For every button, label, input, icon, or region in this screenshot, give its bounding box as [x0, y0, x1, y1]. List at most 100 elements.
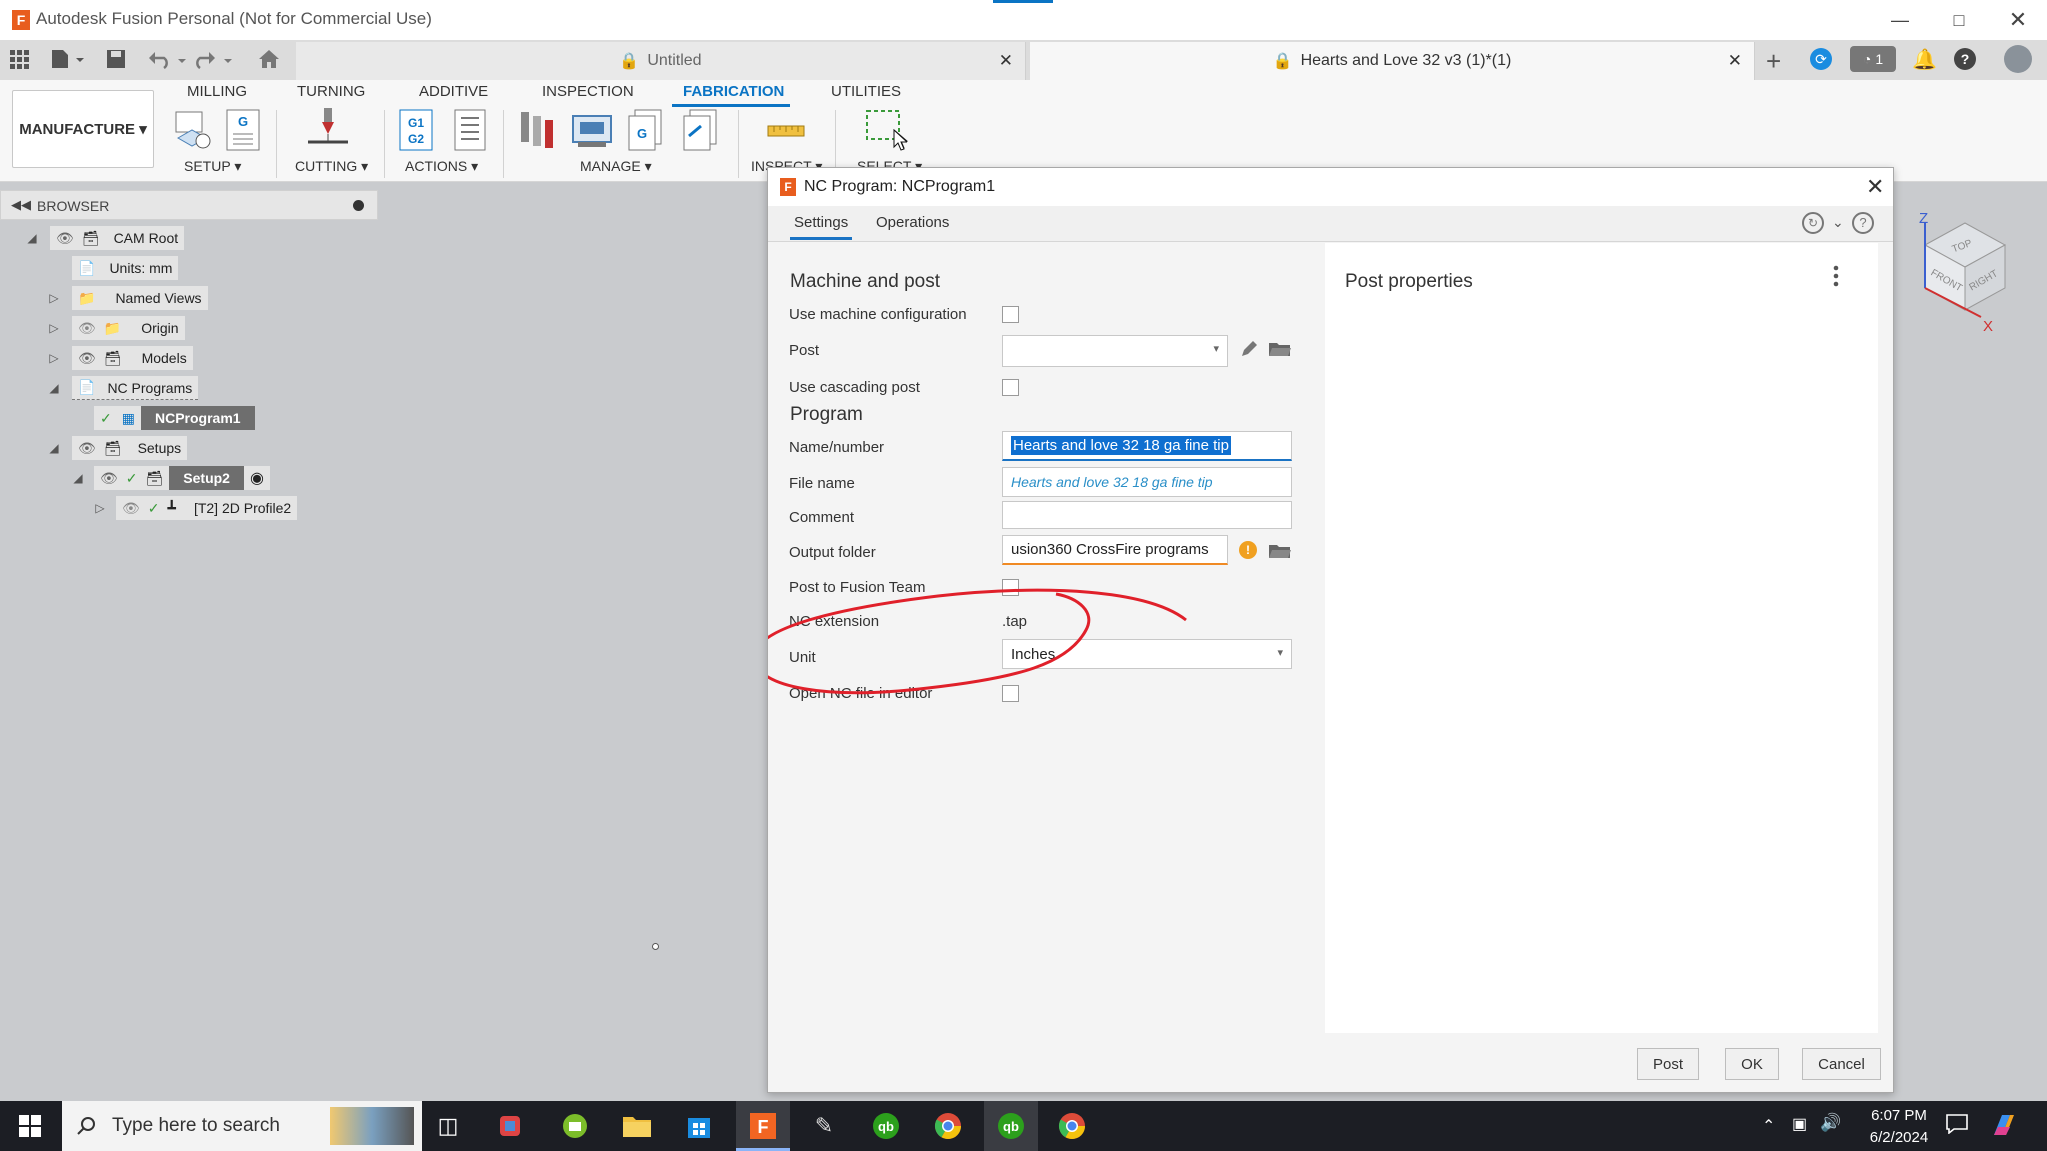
chrome-icon[interactable]: [1054, 1108, 1090, 1144]
setup-sheet-icon[interactable]: [452, 108, 488, 152]
tree-node-named-views[interactable]: ▷ 📁 Named Views: [46, 286, 208, 310]
action-center-icon[interactable]: [1946, 1114, 1968, 1134]
quickbooks-icon[interactable]: qb: [868, 1108, 904, 1144]
browser-pin-icon[interactable]: [353, 200, 364, 211]
tree-node-models[interactable]: ▷ 👁 🗃 Models: [46, 346, 193, 370]
tab-additive[interactable]: ADDITIVE: [419, 83, 488, 100]
sync-icon[interactable]: ⟳: [1810, 48, 1832, 70]
machine-library-icon[interactable]: [570, 108, 614, 152]
tab-untitled[interactable]: 🔒 Untitled ✕: [296, 42, 1026, 80]
node-label: Named Views: [115, 290, 202, 306]
tray-camera-icon[interactable]: ▣: [1792, 1114, 1807, 1134]
group-setup[interactable]: SETUP ▾: [184, 158, 241, 175]
new-tab-icon[interactable]: +: [1766, 46, 1781, 77]
ribbon-separator: [503, 110, 504, 178]
close-tab-icon[interactable]: ✕: [1728, 51, 1742, 71]
tab-utilities[interactable]: UTILITIES: [831, 83, 901, 100]
nc-program-icon[interactable]: G: [225, 108, 261, 152]
maximize-button[interactable]: □: [1929, 0, 1989, 40]
start-windows-icon[interactable]: [19, 1115, 41, 1137]
home-icon[interactable]: [258, 49, 280, 69]
ribbon-separator: [384, 110, 385, 178]
tree-node-ncprogram1[interactable]: ✓ ▦ NCProgram1: [94, 406, 255, 430]
expand-arrow-icon[interactable]: ◢: [24, 231, 40, 245]
eye-icon[interactable]: 👁: [56, 230, 74, 247]
eye-icon[interactable]: 👁: [78, 440, 96, 457]
group-manage-label: MANAGE: [580, 158, 641, 174]
browser-header[interactable]: ◀◀ BROWSER: [0, 190, 378, 220]
ok-button[interactable]: OK: [1725, 1048, 1779, 1080]
tray-volume-icon[interactable]: 🔊: [1820, 1113, 1841, 1133]
eye-icon[interactable]: 👁: [100, 470, 118, 487]
viewcube[interactable]: TOP FRONT RIGHT Z X: [1905, 205, 2025, 335]
g1g2-simulate-icon[interactable]: G1 G2: [398, 108, 434, 152]
expand-arrow-icon[interactable]: ◢: [46, 381, 62, 395]
expand-arrow-icon[interactable]: ▷: [46, 321, 62, 335]
tab-hearts-and-love[interactable]: 🔒 Hearts and Love 32 v3 (1)*(1) ✕: [1030, 42, 1755, 80]
tree-node-setup2[interactable]: ◢ 👁 ✓ 🗃 Setup2 ◉: [70, 466, 270, 490]
tray-date[interactable]: 6/2/2024: [1860, 1129, 1938, 1146]
taskbar-search-box[interactable]: Type here to search: [62, 1101, 422, 1151]
post-library-icon[interactable]: G: [625, 108, 665, 152]
user-avatar[interactable]: [2004, 45, 2032, 73]
fusion-app-icon[interactable]: F: [745, 1108, 781, 1144]
close-tab-icon[interactable]: ✕: [999, 51, 1013, 71]
copilot-icon[interactable]: [1990, 1111, 2018, 1139]
file-menu-icon[interactable]: [50, 48, 86, 70]
tree-node-nc-programs[interactable]: ◢ 📄 NC Programs: [46, 376, 199, 400]
expand-arrow-icon[interactable]: ◢: [70, 471, 86, 485]
expand-arrow-icon[interactable]: ▷: [46, 291, 62, 305]
taskbar-app-icon[interactable]: [557, 1108, 593, 1144]
search-icon: [76, 1116, 96, 1136]
cancel-button[interactable]: Cancel: [1802, 1048, 1881, 1080]
axis-x-label: X: [1983, 318, 1993, 335]
pen-tool-icon[interactable]: ✎: [806, 1108, 842, 1144]
tree-node-origin[interactable]: ▷ 👁 📁 Origin: [46, 316, 185, 340]
task-view-icon[interactable]: ◫: [430, 1108, 466, 1144]
cutting-2d-profile-icon[interactable]: [304, 108, 352, 152]
tab-fabrication[interactable]: FABRICATION: [683, 83, 784, 100]
expand-arrow-icon[interactable]: ▷: [46, 351, 62, 365]
setup-icon[interactable]: [170, 108, 214, 152]
tool-library-icon[interactable]: [517, 108, 561, 152]
measure-icon[interactable]: [766, 108, 806, 152]
minimize-button[interactable]: —: [1870, 0, 1930, 40]
taskbar-app-icon[interactable]: [492, 1108, 528, 1144]
bell-icon[interactable]: 🔔: [1912, 47, 1937, 72]
apps-grid-icon[interactable]: [10, 50, 30, 70]
tab-inspection[interactable]: INSPECTION: [542, 83, 634, 100]
group-manage[interactable]: MANAGE ▾: [580, 158, 652, 175]
eye-icon[interactable]: 👁: [78, 350, 96, 367]
file-explorer-icon[interactable]: [619, 1108, 655, 1144]
close-window-button[interactable]: ✕: [1988, 0, 2047, 40]
tree-node-units[interactable]: 📄 Units: mm: [72, 256, 179, 280]
tree-node-setups[interactable]: ◢ 👁 🗃 Setups: [46, 436, 188, 460]
expand-arrow-icon[interactable]: ▷: [92, 501, 108, 515]
collapse-panel-icon[interactable]: ◀◀: [11, 197, 31, 213]
tab-turning[interactable]: TURNING: [297, 83, 365, 100]
quickbooks-icon[interactable]: qb: [993, 1108, 1029, 1144]
expand-arrow-icon[interactable]: ◢: [46, 441, 62, 455]
job-status-badge[interactable]: ◔ 1: [1850, 46, 1896, 72]
eye-hidden-icon[interactable]: 👁: [122, 500, 140, 517]
group-cutting[interactable]: CUTTING ▾: [295, 158, 368, 175]
post-button[interactable]: Post: [1637, 1048, 1699, 1080]
save-icon[interactable]: [106, 49, 126, 69]
nc-program-icon: ▦: [121, 409, 135, 426]
redo-icon[interactable]: [194, 49, 234, 69]
store-icon[interactable]: [681, 1108, 717, 1144]
node-label: Origin: [141, 320, 179, 336]
group-actions[interactable]: ACTIONS ▾: [405, 158, 478, 175]
help-icon[interactable]: ?: [1954, 48, 1976, 70]
workspace-dropdown[interactable]: MANUFACTURE ▾: [12, 90, 154, 168]
undo-icon[interactable]: [148, 49, 188, 69]
mouse-cursor-icon: [893, 129, 907, 151]
tray-time[interactable]: 6:07 PM: [1864, 1107, 1934, 1124]
chrome-icon[interactable]: [930, 1108, 966, 1144]
tab-milling[interactable]: MILLING: [187, 83, 247, 100]
tray-chevron-up-icon[interactable]: ⌃: [1762, 1116, 1775, 1136]
tree-node-2d-profile[interactable]: ▷ 👁 ✓ ┻ [T2] 2D Profile2: [92, 496, 298, 520]
eye-hidden-icon[interactable]: 👁: [78, 320, 96, 337]
template-library-icon[interactable]: [680, 108, 720, 152]
tree-node-cam-root[interactable]: ◢ 👁 🗃 CAM Root: [24, 226, 185, 250]
